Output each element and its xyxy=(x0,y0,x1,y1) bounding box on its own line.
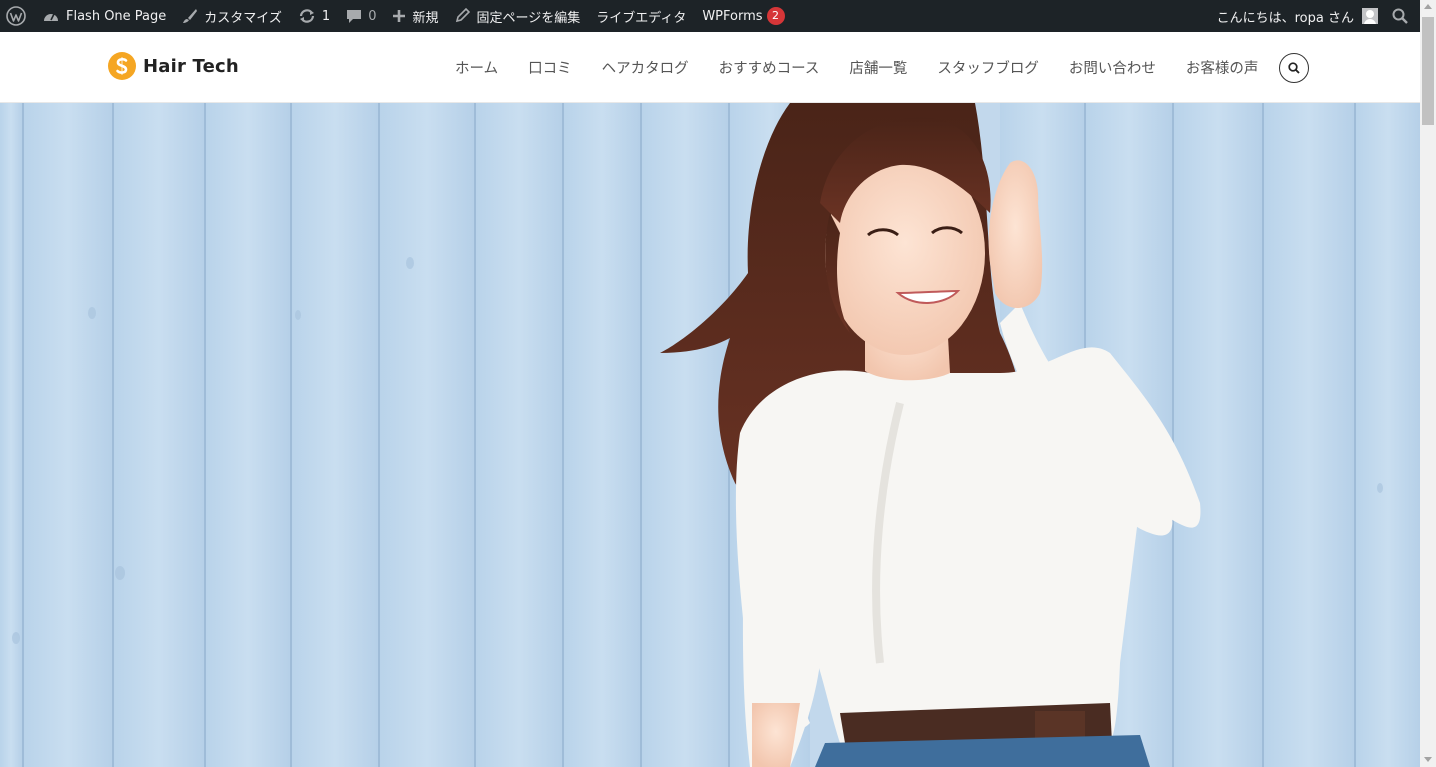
wood-planks xyxy=(0,103,1420,767)
nav-item-recommended-course[interactable]: おすすめコース xyxy=(704,57,835,78)
edit-page-label: 固定ページを編集 xyxy=(476,10,581,26)
comment-icon xyxy=(347,10,362,23)
nav-item-staff-blog[interactable]: スタッフブログ xyxy=(922,57,1054,78)
nav-item-hair-catalog[interactable]: ヘアカタログ xyxy=(587,57,704,78)
plus-icon xyxy=(393,10,406,22)
nav-item-store-list[interactable]: 店舗一覧 xyxy=(834,57,922,78)
main-navigation: ホーム 口コミ ヘアカタログ おすすめコース 店舗一覧 スタッフブログ お問い合… xyxy=(440,32,1273,103)
wordpress-menu[interactable] xyxy=(0,0,34,32)
comments-menu[interactable]: 0 xyxy=(338,0,384,32)
nav-item-customer-voice[interactable]: お客様の声 xyxy=(1171,57,1274,78)
new-label: 新規 xyxy=(412,10,439,26)
scrollbar[interactable] xyxy=(1420,0,1436,767)
greeting-label: こんにちは、ropa さん xyxy=(1216,10,1354,26)
avatar xyxy=(1362,8,1378,24)
admin-search[interactable] xyxy=(1386,0,1420,32)
updates-menu[interactable]: 1 xyxy=(290,0,338,32)
hero-image xyxy=(0,103,1420,767)
nav-item-contact[interactable]: お問い合わせ xyxy=(1054,57,1171,78)
updates-count: 1 xyxy=(321,8,331,24)
search-button[interactable] xyxy=(1279,53,1309,83)
updates-icon xyxy=(299,9,315,23)
live-editor-menu[interactable]: ライブエディタ xyxy=(588,0,694,32)
wpforms-label: WPForms xyxy=(702,8,763,24)
comments-count: 0 xyxy=(368,8,377,24)
customize-label: カスタマイズ xyxy=(204,10,282,26)
scrollbar-thumb[interactable] xyxy=(1422,17,1434,125)
nav-item-home[interactable]: ホーム xyxy=(440,57,513,78)
customize-menu[interactable]: カスタマイズ xyxy=(174,0,290,32)
search-icon xyxy=(1392,8,1408,24)
logo-icon xyxy=(108,52,136,80)
notification-badge: 2 xyxy=(766,7,785,25)
wordpress-logo-icon xyxy=(6,6,26,26)
site-name-label: Flash One Page xyxy=(66,8,167,24)
scroll-down-arrow-icon[interactable] xyxy=(1424,757,1432,762)
live-editor-label: ライブエディタ xyxy=(596,10,687,26)
brush-icon xyxy=(183,9,198,23)
site-branding[interactable]: Hair Tech xyxy=(108,52,239,80)
nav-item-reviews[interactable]: 口コミ xyxy=(513,57,587,78)
my-account-menu[interactable]: こんにちは、ropa さん xyxy=(1209,0,1386,32)
hero-photo xyxy=(0,103,1420,767)
new-content-menu[interactable]: 新規 xyxy=(384,0,446,32)
site-name-menu[interactable]: Flash One Page xyxy=(34,0,174,32)
pencil-icon xyxy=(456,8,471,23)
wpforms-menu[interactable]: WPForms 2 xyxy=(694,0,792,32)
dashboard-icon xyxy=(44,13,58,21)
site-header: Hair Tech ホーム 口コミ ヘアカタログ おすすめコース 店舗一覧 スタ… xyxy=(0,32,1420,103)
scroll-up-arrow-icon[interactable] xyxy=(1424,4,1432,9)
search-icon xyxy=(1288,62,1300,74)
admin-bar: Flash One Page カスタマイズ 1 0 新規 固定ページを編集 ライ… xyxy=(0,0,1420,32)
edit-page-menu[interactable]: 固定ページを編集 xyxy=(446,0,588,32)
site-title[interactable]: Hair Tech xyxy=(143,56,239,77)
